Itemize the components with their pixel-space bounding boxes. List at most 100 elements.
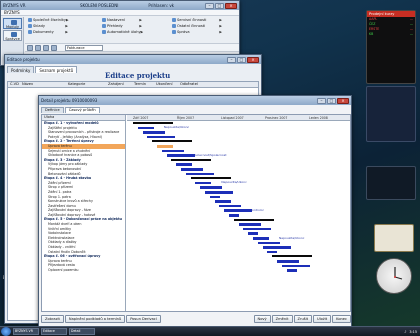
menu-item[interactable]: Automatické úlohy ▶ [101,29,143,35]
save-button[interactable]: Uložit [313,315,332,323]
taskbar-item[interactable]: BYZNYS VR [13,328,39,335]
tab-casovy-prubeh[interactable]: Časový průběh [64,107,100,113]
col-header[interactable]: Č.VD [8,82,22,87]
home-icon[interactable] [43,44,49,51]
nav-moduly[interactable]: Moduly [3,18,22,29]
print-icon[interactable] [51,44,57,51]
stock-gadget[interactable]: Prodejní kurzy AAPL — ČEZ — ERSTE — KB — [366,10,416,84]
menu-group-1: Společné číselníky ▶ Sklady ▶ Dokumenty ▶ [27,17,69,35]
task-bar[interactable] [267,250,278,254]
cancel-button[interactable]: Zrušit [293,315,313,323]
maximize-button[interactable]: □ [327,97,336,104]
minimize-button[interactable]: – [317,97,326,104]
task-bar[interactable] [161,149,184,153]
bar-label: Spolecnost/Spolecnost [192,152,227,157]
close-button[interactable]: × [247,56,259,63]
task-row[interactable]: Oplocení pozemku [42,268,125,273]
col-header[interactable]: Kategorie [68,82,108,87]
clock-gadget[interactable] [376,258,412,294]
money-gadget[interactable] [374,224,414,252]
folder-icon [102,30,106,34]
new-button[interactable]: Nový [253,315,271,323]
task-bar[interactable] [257,241,280,245]
fill-terms-button[interactable]: Naplnění podkladů a termínů [64,315,126,323]
summary-bar[interactable] [133,122,173,124]
task-bar[interactable] [209,195,220,199]
tab-podminky[interactable]: Podmínky [7,66,35,73]
task-bar[interactable] [176,163,193,166]
task-bar[interactable] [253,237,269,240]
zobrazit-button[interactable]: Zobrazit [41,315,64,323]
summary-bar[interactable] [152,140,193,143]
maximize-button[interactable]: □ [215,2,224,9]
summary-bar[interactable] [272,255,313,258]
close-button[interactable]: × [225,2,237,9]
maximize-button[interactable]: □ [237,56,246,63]
task-list: Etapa č. 1 - vytvoření modelů Zajištění p… [42,121,125,273]
task-bar[interactable] [281,264,310,268]
detail-tabs: Definice Časový průběh [39,105,351,113]
shift-button[interactable]: Posun Derivací [126,315,161,323]
task-bar[interactable] [142,131,165,134]
close-button[interactable]: × [337,97,349,104]
task-bar[interactable] [219,204,242,208]
task-bar[interactable] [248,232,259,235]
task-bar[interactable] [277,260,299,263]
edit-button[interactable]: Změnit [271,315,293,323]
col-header[interactable]: Název [22,82,68,87]
task-bar[interactable] [238,223,261,226]
tab-definice[interactable]: Definice [41,107,64,113]
start-button[interactable] [1,327,11,336]
menu-item[interactable]: Správa ▶ [171,29,223,35]
task-bar[interactable] [200,186,223,189]
edit-title: Editace projektu [7,57,40,62]
minimize-button[interactable]: – [227,56,236,63]
menu-item-byznys[interactable]: BYZNYS [4,10,20,15]
gantt-panel: Úloha Etapa č. 1 - vytvoření modelů Zajiš… [41,114,351,312]
task-bar[interactable] [137,126,154,130]
page-title: Editace projektu [105,71,171,80]
col-header[interactable]: Termín [134,82,156,87]
detail-title: Detail projektu 0910000093 [41,98,98,103]
exchange-gadget[interactable] [366,166,416,200]
menu-item[interactable]: Dokumenty ▶ [27,29,69,35]
system-tray: ♪ 3:15 [404,330,420,334]
back-icon[interactable] [27,44,33,51]
tray-clock[interactable]: 3:15 [409,330,417,334]
task-bar[interactable] [157,145,173,148]
summary-bar[interactable] [171,158,212,161]
clock-face-icon [394,267,403,280]
nav-spravce[interactable]: Správce [3,30,22,41]
task-bar[interactable] [185,172,214,176]
task-bar[interactable] [229,214,239,217]
detail-titlebar[interactable]: Detail projektu 0910000093 – □ × [39,96,351,105]
task-bar[interactable] [243,227,272,231]
col-header[interactable]: Ukončení [156,82,180,87]
col-header[interactable]: Zahájení [108,82,134,87]
module-select[interactable]: Fakturace [65,44,103,51]
forward-icon[interactable] [35,44,41,51]
task-bar[interactable] [195,181,212,185]
task-bar[interactable] [286,269,297,272]
main-title-center: SKOLENI POSLEDNI [80,3,119,8]
summary-bar[interactable] [190,177,231,180]
close-window-button[interactable]: Konec [332,315,351,323]
minimize-button[interactable]: – [205,2,214,9]
summary-bar[interactable] [233,218,274,221]
tab-seznam-projektu[interactable]: Seznam projektů [35,66,78,73]
task-bar[interactable] [166,154,195,157]
task-bar[interactable] [147,135,176,139]
task-bar[interactable] [214,200,231,203]
task-bar[interactable] [262,246,291,249]
volume-icon[interactable]: ♪ [404,330,406,334]
task-bar[interactable] [205,191,233,194]
folder-icon [172,18,176,22]
edit-titlebar[interactable]: Editace projektu – □ × [5,55,261,64]
main-titlebar[interactable]: BYZNYS VR SKOLENI POSLEDNI Prihlasen: vk… [1,1,239,10]
currency-gadget[interactable] [366,86,416,142]
taskbar-item[interactable]: Editace [41,328,67,335]
task-bar[interactable] [181,168,203,171]
taskbar-item[interactable]: Detail [69,328,95,335]
col-header[interactable]: Odběratel [180,82,210,87]
task-bar[interactable] [224,209,253,212]
